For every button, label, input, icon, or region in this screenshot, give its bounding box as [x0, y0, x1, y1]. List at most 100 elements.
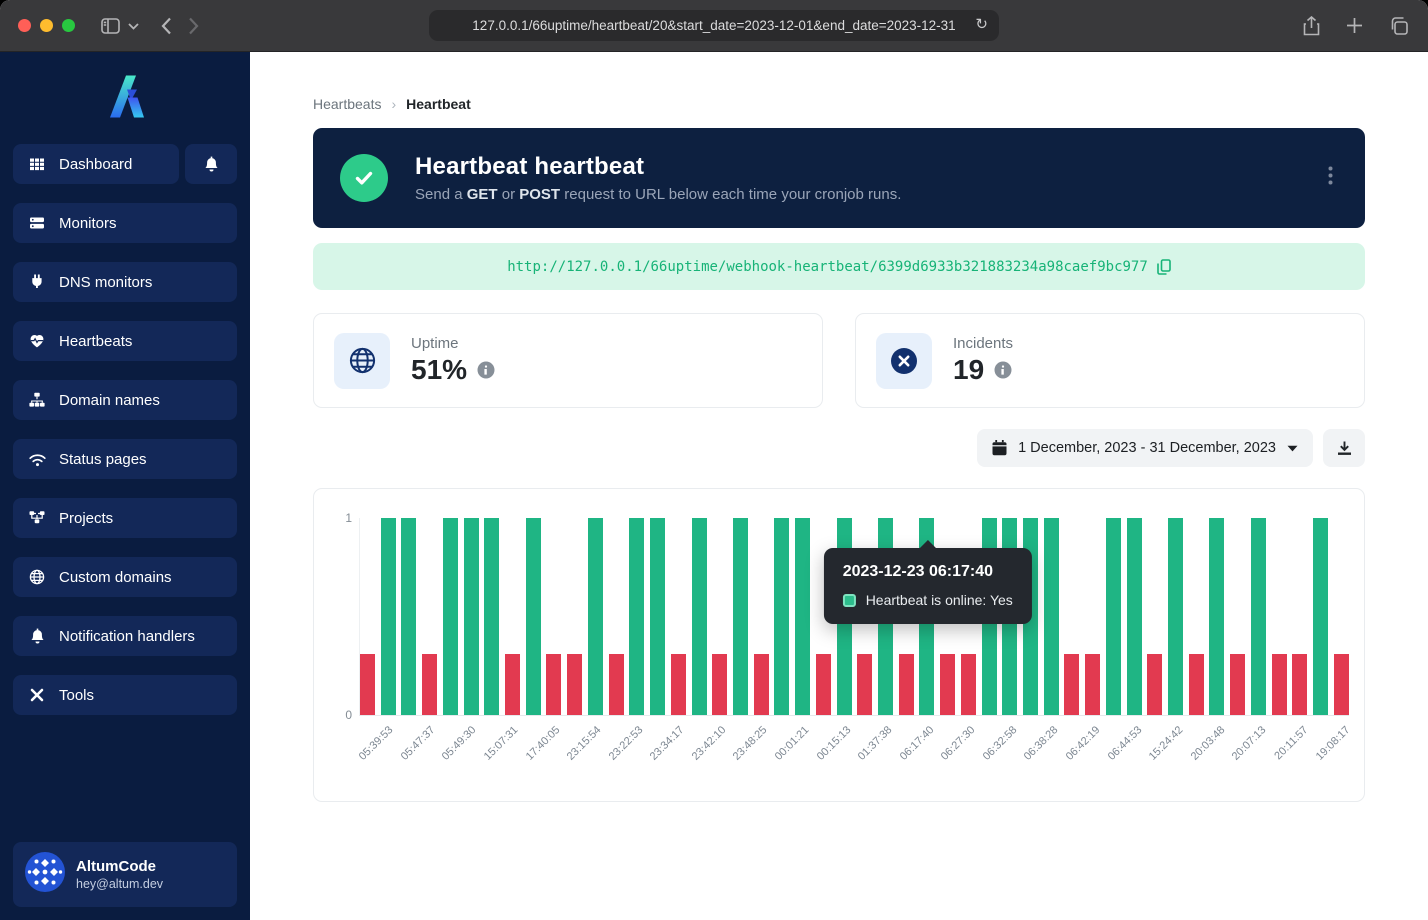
new-tab-icon[interactable]: [1346, 17, 1363, 34]
tab-overview-icon[interactable]: [1389, 17, 1408, 35]
sitemap-icon: [28, 392, 46, 408]
heartbeat-bar-online[interactable]: [464, 518, 479, 715]
x-axis-tick-label: 05:47:37: [399, 724, 438, 763]
page-title: Heartbeat heartbeat: [415, 153, 901, 181]
uptime-label: Uptime: [411, 335, 495, 352]
zoom-window-button[interactable]: [62, 19, 75, 32]
address-bar[interactable]: 127.0.0.1/66uptime/heartbeat/20&start_da…: [429, 10, 999, 41]
heartbeat-bar-offline[interactable]: [1272, 654, 1287, 715]
sidebar-item-tools[interactable]: Tools: [13, 675, 237, 715]
heartbeat-bar-offline[interactable]: [1189, 654, 1204, 715]
heartbeat-bar-online[interactable]: [484, 518, 499, 715]
x-axis-tick-label: 00:01:21: [773, 724, 812, 763]
page-subtitle: Send a GET or POST request to URL below …: [415, 186, 901, 203]
heartbeat-bar-offline[interactable]: [857, 654, 872, 715]
heartbeat-bar-online[interactable]: [795, 518, 810, 715]
heartbeat-bar-online[interactable]: [1127, 518, 1142, 715]
copy-icon[interactable]: [1157, 259, 1171, 275]
heartbeat-bar-online[interactable]: [733, 518, 748, 715]
main-content: Heartbeats › Heartbeat Heartbeat heartbe…: [250, 52, 1428, 920]
x-axis-tick-label: 20:07:13: [1230, 724, 1269, 763]
heartbeat-bar-online[interactable]: [774, 518, 789, 715]
sidebar-toggle-icon[interactable]: [101, 18, 120, 34]
heartbeat-bar-offline[interactable]: [1334, 654, 1349, 715]
heartbeat-bar-offline[interactable]: [1292, 654, 1307, 715]
sidebar-item-monitors[interactable]: Monitors: [13, 203, 237, 243]
heartbeat-bar-offline[interactable]: [899, 654, 914, 715]
heartbeat-bar-online[interactable]: [1209, 518, 1224, 715]
heartbeat-bar-offline[interactable]: [609, 654, 624, 715]
sidebar-item-dashboard[interactable]: Dashboard: [13, 144, 179, 184]
date-range-picker[interactable]: 1 December, 2023 - 31 December, 2023: [977, 429, 1313, 467]
caret-down-icon: [1287, 445, 1298, 452]
heartbeat-bar-offline[interactable]: [567, 654, 582, 715]
sidebar-item-heartbeats[interactable]: Heartbeats: [13, 321, 237, 361]
globe-icon: [28, 569, 46, 585]
heartbeat-bar-offline[interactable]: [754, 654, 769, 715]
close-window-button[interactable]: [18, 19, 31, 32]
sidebar-nav: Dashboard Monitors DNS monitors Heartbeats D…: [13, 144, 237, 734]
sidebar-item-domain-names[interactable]: Domain names: [13, 380, 237, 420]
sidebar-row-monitors: Monitors: [13, 203, 237, 243]
calendar-icon: [992, 440, 1007, 456]
webhook-url-banner[interactable]: http://127.0.0.1/66uptime/webhook-heartb…: [313, 243, 1365, 290]
heartbeat-bar-online[interactable]: [588, 518, 603, 715]
chevron-down-icon[interactable]: [128, 22, 139, 30]
uptime-card: Uptime 51%: [313, 313, 823, 408]
sidebar-row-notification-handlers: Notification handlers: [13, 616, 237, 656]
sidebar-item-status-pages[interactable]: Status pages: [13, 439, 237, 479]
x-axis-labels: 05:39:5305:47:3705:49:3015:07:3117:40:05…: [359, 716, 1349, 786]
heartbeat-bar-offline[interactable]: [671, 654, 686, 715]
x-axis-tick-label: 05:39:53: [357, 724, 396, 763]
minimize-window-button[interactable]: [40, 19, 53, 32]
share-icon[interactable]: [1303, 16, 1320, 36]
sidebar-item-label: Heartbeats: [59, 333, 132, 350]
heartbeat-bar-online[interactable]: [650, 518, 665, 715]
heartbeat-bar-online[interactable]: [443, 518, 458, 715]
sidebar-item-custom-domains[interactable]: Custom domains: [13, 557, 237, 597]
heartbeat-bar-online[interactable]: [1044, 518, 1059, 715]
heartbeat-bar-offline[interactable]: [1085, 654, 1100, 715]
heartbeat-bar-offline[interactable]: [546, 654, 561, 715]
heartbeat-bar-offline[interactable]: [360, 654, 375, 715]
heartbeat-bar-online[interactable]: [1313, 518, 1328, 715]
heartbeat-bar-online[interactable]: [1168, 518, 1183, 715]
bell-icon: [28, 628, 46, 644]
heartbeat-bar-offline[interactable]: [816, 654, 831, 715]
breadcrumb-parent-link[interactable]: Heartbeats: [313, 96, 381, 112]
heartbeat-bar-offline[interactable]: [1064, 654, 1079, 715]
heartbeat-bar-offline[interactable]: [712, 654, 727, 715]
info-icon[interactable]: [477, 361, 495, 379]
heartbeat-bar-online[interactable]: [526, 518, 541, 715]
app-logo[interactable]: [13, 52, 237, 144]
info-icon[interactable]: [994, 361, 1012, 379]
user-profile[interactable]: AltumCode hey@altum.dev: [13, 842, 237, 907]
x-axis-tick-label: 23:42:10: [690, 724, 729, 763]
heartbeat-bar-online[interactable]: [1251, 518, 1266, 715]
heartbeat-bar-offline[interactable]: [1147, 654, 1162, 715]
reload-icon[interactable]: ↻: [975, 15, 988, 33]
heartbeat-bar-offline[interactable]: [422, 654, 437, 715]
heartbeat-bar-online[interactable]: [629, 518, 644, 715]
x-axis-tick-label: 15:24:42: [1147, 724, 1186, 763]
download-report-button[interactable]: [1323, 429, 1365, 467]
forward-button[interactable]: [188, 17, 199, 35]
url-text: 127.0.0.1/66uptime/heartbeat/20&start_da…: [472, 18, 955, 33]
heartbeat-bar-offline[interactable]: [505, 654, 520, 715]
sidebar-item-notification-handlers[interactable]: Notification handlers: [13, 616, 237, 656]
heartbeat-bar-online[interactable]: [401, 518, 416, 715]
heartbeat-bar-offline[interactable]: [1230, 654, 1245, 715]
sidebar-item-label: Custom domains: [59, 569, 172, 586]
heartbeat-bar-online[interactable]: [692, 518, 707, 715]
heartbeat-bar-online[interactable]: [1106, 518, 1121, 715]
heartbeat-bar-offline[interactable]: [940, 654, 955, 715]
sidebar-item-projects[interactable]: Projects: [13, 498, 237, 538]
sidebar-item-label: Dashboard: [59, 156, 132, 173]
back-button[interactable]: [161, 17, 172, 35]
heartbeat-bar-offline[interactable]: [961, 654, 976, 715]
kebab-menu-icon[interactable]: [1328, 166, 1333, 188]
sidebar-item-dns-monitors[interactable]: DNS monitors: [13, 262, 237, 302]
legend-swatch: [843, 594, 856, 607]
notifications-bell-button[interactable]: [185, 144, 237, 184]
heartbeat-bar-online[interactable]: [381, 518, 396, 715]
